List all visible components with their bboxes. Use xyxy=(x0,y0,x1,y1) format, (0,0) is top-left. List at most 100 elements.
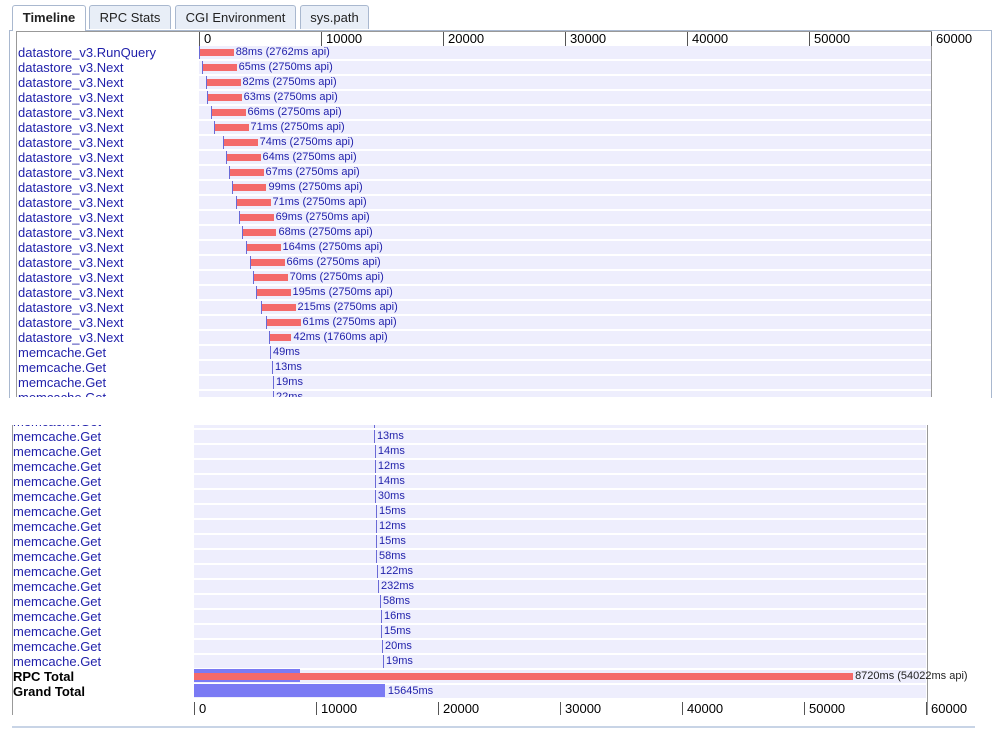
table-row: memcache.Get 122ms xyxy=(0,564,999,579)
rpc-call-link[interactable]: datastore_v3.Next xyxy=(18,75,124,90)
axis-tick-label: 10000 xyxy=(316,702,357,715)
tab-rpc-stats[interactable]: RPC Stats xyxy=(89,5,171,29)
rpc-call-link[interactable]: datastore_v3.Next xyxy=(18,135,124,150)
rpc-call-link[interactable]: datastore_v3.RunQuery xyxy=(18,45,156,60)
rpc-call-link[interactable]: memcache.Get xyxy=(13,594,101,609)
rpc-call-link[interactable]: datastore_v3.Next xyxy=(18,60,124,75)
api-time-bar xyxy=(230,169,264,176)
timeline-track xyxy=(194,610,926,623)
start-marker xyxy=(376,520,378,533)
rpc-call-link[interactable]: memcache.Get xyxy=(18,345,106,360)
duration-text: 88ms (2762ms api) xyxy=(235,46,330,58)
rpc-call-link[interactable]: memcache.Get xyxy=(13,579,101,594)
timeline-track xyxy=(194,535,926,548)
duration-text: 42ms (1760ms api) xyxy=(293,331,388,343)
tab-sys-path[interactable]: sys.path xyxy=(300,5,369,29)
grand-total-label: Grand Total xyxy=(13,684,85,699)
duration-text: 15ms xyxy=(384,625,411,637)
rpc-call-link[interactable]: memcache.Get xyxy=(13,504,101,519)
rpc-call-link[interactable]: memcache.Get xyxy=(13,429,101,444)
rpc-call-link[interactable]: memcache.Get xyxy=(13,609,101,624)
rpc-call-link[interactable]: datastore_v3.Next xyxy=(18,210,124,225)
timeline-panel-top: 0 10000 20000 30000 40000 50000 60000 datastore… xyxy=(10,31,985,397)
table-row: datastore_v3.Next 215ms (2750ms api) xyxy=(10,300,985,315)
duration-text: 15ms xyxy=(379,535,406,547)
start-marker xyxy=(374,460,376,473)
rpc-call-link[interactable]: memcache.Get xyxy=(13,654,101,669)
timeline-panel-bottom: memcache.Getmemcache.Get13msmemcache.Get… xyxy=(0,425,999,715)
axis-tick-label: 0 xyxy=(194,702,206,715)
rpc-call-link[interactable]: datastore_v3.Next xyxy=(18,330,124,345)
rpc-call-link[interactable]: memcache.Get xyxy=(13,444,101,459)
duration-text: 66ms (2750ms api) xyxy=(247,106,342,118)
table-row: memcache.Get 12ms xyxy=(0,519,999,534)
api-time-bar xyxy=(250,259,285,266)
duration-text: 195ms (2750ms api) xyxy=(292,286,393,298)
table-row: memcache.Get 19ms xyxy=(10,375,985,390)
rpc-call-link[interactable]: datastore_v3.Next xyxy=(18,270,124,285)
timeline-track xyxy=(194,430,926,443)
table-row: datastore_v3.Next 71ms (2750ms api) xyxy=(10,195,985,210)
rpc-call-link[interactable]: memcache.Get xyxy=(13,489,101,504)
rpc-call-link[interactable]: datastore_v3.Next xyxy=(18,120,124,135)
timeline-track xyxy=(194,520,926,533)
table-row: memcache.Get 49ms xyxy=(10,345,985,360)
timeline-track xyxy=(194,425,926,428)
rpc-call-link[interactable]: memcache.Get xyxy=(13,459,101,474)
rpc-call-link[interactable]: datastore_v3.Next xyxy=(18,165,124,180)
api-time-bar xyxy=(240,214,274,221)
timeline-track xyxy=(194,625,926,638)
table-row: datastore_v3.Next 82ms (2750ms api) xyxy=(10,75,985,90)
duration-text: 19ms xyxy=(276,376,303,388)
rpc-call-link[interactable]: memcache.Get xyxy=(13,519,101,534)
api-time-bar xyxy=(206,79,241,86)
timeline-track xyxy=(194,460,926,473)
duration-text: 16ms xyxy=(384,610,411,622)
rpc-call-link[interactable]: datastore_v3.Next xyxy=(18,225,124,240)
timeline-track xyxy=(194,595,926,608)
rpc-call-link[interactable]: memcache.Get xyxy=(18,360,106,375)
rpc-call-link[interactable]: memcache.Get xyxy=(18,375,106,390)
start-marker xyxy=(374,490,376,503)
axis-tick-label: 60000 xyxy=(926,702,967,715)
table-row: datastore_v3.Next 65ms (2750ms api) xyxy=(10,60,985,75)
rpc-call-link[interactable]: datastore_v3.Next xyxy=(18,180,124,195)
rpc-call-link[interactable]: datastore_v3.Next xyxy=(18,150,124,165)
start-marker xyxy=(374,475,376,488)
axis-tick-label: 40000 xyxy=(687,32,728,46)
table-row: datastore_v3.Next 63ms (2750ms api) xyxy=(10,90,985,105)
rpc-call-link[interactable]: datastore_v3.Next xyxy=(18,300,124,315)
rpc-call-link[interactable]: memcache.Get xyxy=(13,474,101,489)
api-time-bar xyxy=(232,184,267,191)
rpc-call-link[interactable]: memcache.Get xyxy=(18,390,106,397)
tab-timeline[interactable]: Timeline xyxy=(12,5,86,31)
divider xyxy=(12,726,975,728)
api-time-bar xyxy=(208,94,242,101)
rpc-call-link[interactable]: datastore_v3.Next xyxy=(18,105,124,120)
table-row: memcache.Get 14ms xyxy=(0,474,999,489)
api-time-bar xyxy=(203,64,237,71)
rpc-call-link[interactable]: datastore_v3.Next xyxy=(18,90,124,105)
rpc-call-link[interactable]: datastore_v3.Next xyxy=(18,285,124,300)
rpc-call-link[interactable]: memcache.Get xyxy=(13,549,101,564)
rpc-call-link[interactable]: datastore_v3.Next xyxy=(18,255,124,270)
rpc-call-link[interactable]: datastore_v3.Next xyxy=(18,240,124,255)
tab-cgi-environment[interactable]: CGI Environment xyxy=(175,5,296,29)
rpc-call-link[interactable]: memcache.Get xyxy=(13,624,101,639)
rpc-call-link[interactable]: memcache.Get xyxy=(13,534,101,549)
rpc-call-link[interactable]: memcache.Get xyxy=(13,564,101,579)
api-time-bar xyxy=(270,334,292,341)
timeline-track xyxy=(194,550,926,563)
duration-text: 12ms xyxy=(377,460,405,472)
duration-text: 13ms xyxy=(274,361,302,373)
start-marker xyxy=(273,391,275,397)
timeline-track xyxy=(199,391,931,397)
rpc-call-link[interactable]: datastore_v3.Next xyxy=(18,195,124,210)
table-row: memcache.Get 15ms xyxy=(0,504,999,519)
table-row: memcache.Get 58ms xyxy=(0,594,999,609)
axis-tick-label: 50000 xyxy=(804,702,845,715)
table-row: memcache.Get 232ms xyxy=(0,579,999,594)
api-time-bar xyxy=(256,289,291,296)
rpc-call-link[interactable]: memcache.Get xyxy=(13,639,101,654)
rpc-call-link[interactable]: datastore_v3.Next xyxy=(18,315,124,330)
